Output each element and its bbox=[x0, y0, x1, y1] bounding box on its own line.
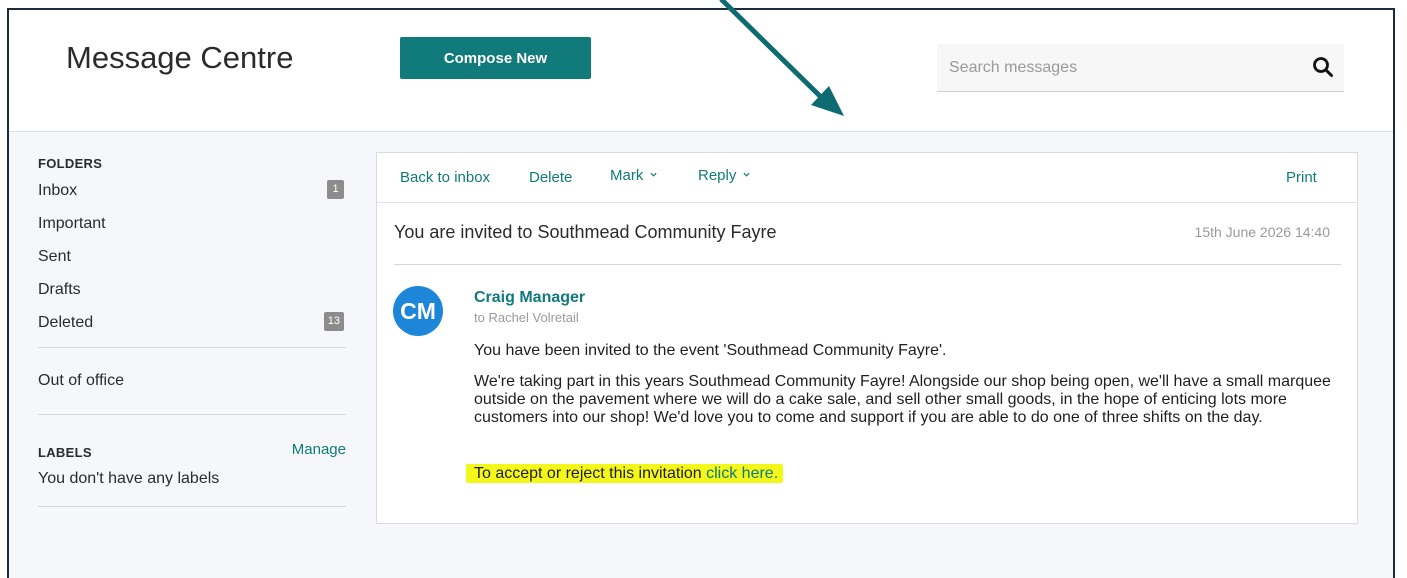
sidebar: FOLDERS Inbox 1 Important Sent Drafts De… bbox=[38, 156, 346, 507]
mark-dropdown[interactable]: Mark bbox=[610, 167, 657, 184]
deleted-count-badge: 13 bbox=[323, 312, 344, 331]
labels-header: LABELS Manage bbox=[38, 441, 346, 461]
subject-divider bbox=[394, 264, 1341, 265]
labels-heading: LABELS bbox=[38, 445, 92, 460]
chevron-down-icon bbox=[743, 172, 750, 177]
sidebar-item-inbox[interactable]: Inbox 1 bbox=[38, 180, 346, 213]
sidebar-divider bbox=[38, 506, 346, 507]
search-icon[interactable] bbox=[1312, 56, 1334, 78]
delete-button[interactable]: Delete bbox=[529, 169, 572, 186]
sidebar-item-label: Sent bbox=[38, 248, 71, 265]
invitation-line: To accept or reject this invitation clic… bbox=[466, 464, 784, 483]
sidebar-item-label: Drafts bbox=[38, 281, 81, 298]
sidebar-item-important[interactable]: Important bbox=[38, 213, 346, 246]
message-date: 15th June 2026 14:40 bbox=[1194, 224, 1330, 240]
sidebar-item-label: Deleted bbox=[38, 314, 94, 331]
no-labels-text: You don't have any labels bbox=[38, 470, 220, 487]
back-to-inbox-link[interactable]: Back to inbox bbox=[400, 169, 490, 186]
reply-label: Reply bbox=[698, 167, 737, 184]
folders-heading: FOLDERS bbox=[38, 156, 103, 171]
manage-labels-link[interactable]: Manage bbox=[292, 441, 346, 458]
sidebar-item-deleted[interactable]: Deleted 13 bbox=[38, 312, 346, 345]
search-input[interactable] bbox=[937, 44, 1309, 91]
message-panel: Back to inbox Delete Mark Reply Print Yo… bbox=[376, 152, 1358, 524]
sidebar-item-label: Important bbox=[38, 215, 106, 232]
sidebar-divider bbox=[38, 347, 346, 348]
sidebar-item-label: Inbox bbox=[38, 182, 78, 199]
message-toolbar: Back to inbox Delete Mark Reply Print bbox=[377, 153, 1357, 203]
sidebar-item-sent[interactable]: Sent bbox=[38, 246, 346, 279]
unread-count-badge: 1 bbox=[327, 180, 344, 199]
sidebar-divider bbox=[38, 414, 346, 415]
reply-dropdown[interactable]: Reply bbox=[698, 167, 750, 184]
out-of-office-link[interactable]: Out of office bbox=[38, 372, 346, 390]
page-title: Message Centre bbox=[66, 40, 294, 75]
message-paragraph: We're taking part in this years Southmea… bbox=[474, 373, 1331, 426]
content-area: FOLDERS Inbox 1 Important Sent Drafts De… bbox=[9, 132, 1393, 578]
message-subject: You are invited to Southmead Community F… bbox=[394, 222, 777, 242]
search-box bbox=[937, 44, 1344, 92]
avatar: CM bbox=[393, 286, 443, 336]
mark-label: Mark bbox=[610, 167, 644, 184]
invitation-link[interactable]: click here. bbox=[706, 465, 778, 482]
compose-new-button[interactable]: Compose New bbox=[400, 37, 591, 79]
print-button[interactable]: Print bbox=[1286, 169, 1317, 186]
header-bar: Message Centre Compose New bbox=[9, 10, 1393, 132]
sidebar-item-drafts[interactable]: Drafts bbox=[38, 279, 346, 312]
recipient-line: to Rachel Volretail bbox=[474, 310, 579, 325]
invitation-text: To accept or reject this invitation bbox=[474, 465, 707, 482]
message-paragraph: You have been invited to the event 'Sout… bbox=[474, 342, 947, 359]
sender-name[interactable]: Craig Manager bbox=[474, 289, 585, 307]
chevron-down-icon bbox=[649, 172, 657, 177]
app-window: Message Centre Compose New FOLDERS Inbox… bbox=[7, 8, 1395, 578]
